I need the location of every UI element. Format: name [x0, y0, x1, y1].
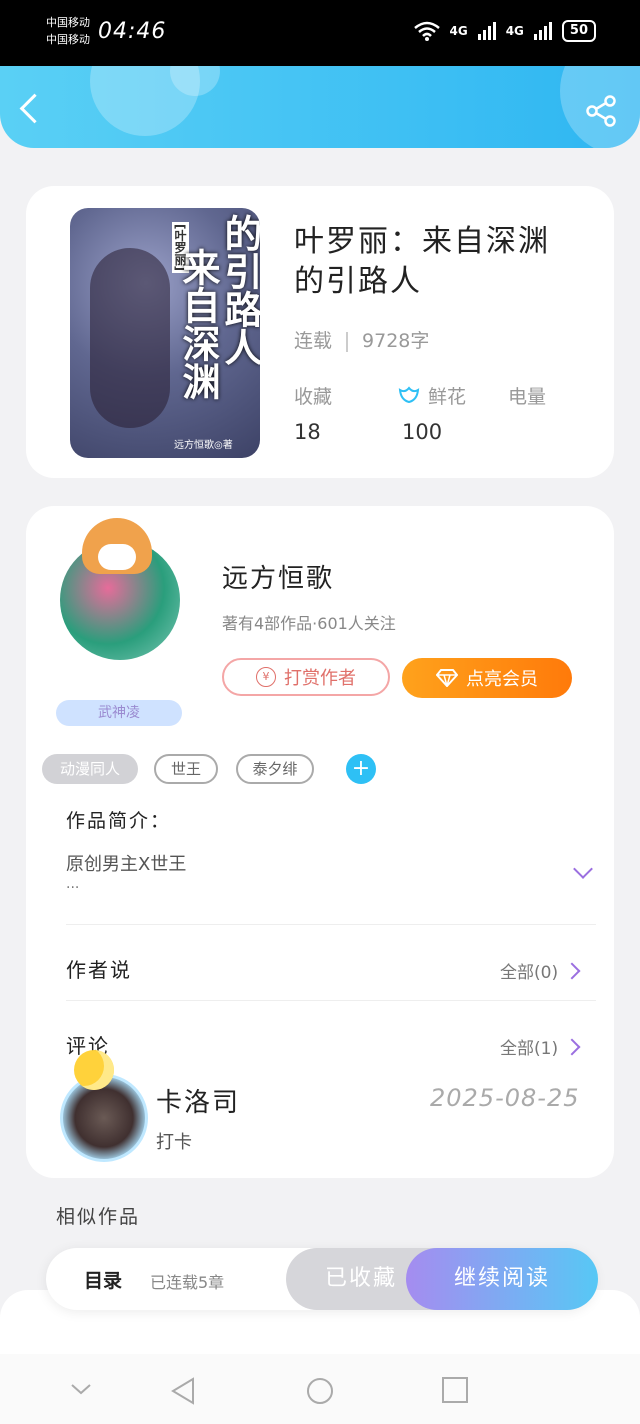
recents-square-icon[interactable]: [441, 1376, 469, 1404]
network-type-2: 4G: [505, 24, 524, 38]
carrier-2: 中国移动: [46, 33, 90, 46]
commenter-name: 卡洛司: [156, 1088, 241, 1118]
author-says-all-link[interactable]: 全部(0): [500, 958, 581, 983]
power-label: 电量: [508, 386, 547, 408]
book-cover[interactable]: [叶罗丽] 的引路人 来自深渊 远方恒歌◎著: [70, 208, 260, 458]
divider: [346, 331, 349, 352]
author-name[interactable]: 远方恒歌: [222, 558, 334, 595]
book-status: 连载: [294, 330, 333, 352]
tag-item[interactable]: 世王: [154, 754, 218, 784]
flowers-value: 100: [402, 420, 443, 444]
author-badge: 武神凌: [56, 700, 182, 726]
comments-all-link[interactable]: 全部(1): [500, 1034, 581, 1059]
chapter-count: 已连载5章: [150, 1273, 225, 1292]
system-icons: 4G 4G 50: [413, 20, 596, 42]
continue-reading-button[interactable]: 继续阅读: [406, 1248, 598, 1310]
divider: [66, 924, 596, 925]
cover-title-line2: 来自深渊: [176, 248, 220, 400]
collapse-chevron-down-icon[interactable]: [68, 1376, 94, 1402]
toc-button[interactable]: 目录: [84, 1266, 122, 1293]
signal-icon: [477, 22, 496, 40]
comment-date: 2025-08-25: [430, 1084, 580, 1112]
tag-item[interactable]: 泰夕绯: [236, 754, 314, 784]
coin-icon: ¥: [256, 667, 276, 687]
favorites-value: 18: [294, 420, 321, 444]
wifi-icon: [413, 21, 440, 41]
similar-works-label: 相似作品: [56, 1206, 141, 1228]
comments-all-label: 全部(1): [500, 1039, 559, 1059]
intro-text: 原创男主X世王: [66, 854, 187, 875]
author-info: 著有4部作品·601人关注: [222, 614, 396, 633]
tag-item[interactable]: 动漫同人: [42, 754, 138, 784]
cover-author: 远方恒歌◎著: [174, 440, 233, 451]
home-circle-icon[interactable]: [305, 1376, 335, 1406]
top-header: [0, 66, 640, 148]
chevron-right-icon: [563, 962, 581, 979]
reward-author-label: 打赏作者: [284, 668, 356, 689]
vip-button[interactable]: 点亮会员: [402, 658, 572, 698]
book-meta: 连载 9728字: [294, 326, 429, 353]
comment-text: 打卡: [156, 1132, 192, 1153]
system-nav-bar: [0, 1354, 640, 1424]
vip-button-label: 点亮会员: [466, 669, 538, 690]
add-tag-button[interactable]: +: [346, 754, 376, 784]
carrier-labels: 中国移动 中国移动: [46, 14, 90, 48]
book-title: 叶罗丽：来自深渊的引路人: [294, 224, 550, 299]
back-icon[interactable]: [19, 93, 50, 124]
cover-title-line1: 的引路人: [218, 214, 260, 366]
author-says-all-label: 全部(0): [500, 963, 559, 983]
intro-label: 作品简介：: [66, 810, 172, 832]
moon-avatar-frame: [74, 1050, 114, 1090]
intro-ellipsis: ...: [66, 876, 80, 892]
carrier-1: 中国移动: [46, 16, 90, 29]
favorites-label: 收藏: [294, 386, 333, 408]
back-triangle-icon[interactable]: [170, 1376, 196, 1406]
divider: [66, 1000, 596, 1001]
network-type-1: 4G: [449, 24, 468, 38]
diamond-icon: [436, 669, 458, 687]
author-says-label: 作者说: [66, 958, 132, 982]
cover-figure: [90, 248, 170, 428]
battery-icon: 50: [561, 20, 596, 42]
status-bar: 中国移动 中国移动 04:46 4G 4G 50: [0, 0, 640, 66]
corgi-face: [98, 544, 136, 570]
flower-icon: [398, 386, 420, 404]
chevron-right-icon: [563, 1038, 581, 1055]
word-count: 9728字: [362, 330, 430, 352]
share-icon[interactable]: [584, 94, 618, 128]
reward-author-button[interactable]: ¥ 打赏作者: [222, 658, 390, 696]
status-time: 04:46: [98, 19, 167, 44]
signal-icon: [533, 22, 552, 40]
flowers-label: 鲜花: [428, 386, 467, 408]
